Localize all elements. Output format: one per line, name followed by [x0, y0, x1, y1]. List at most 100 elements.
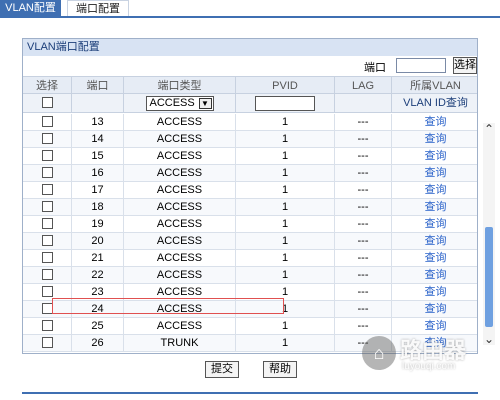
select-all-checkbox[interactable]: [41, 96, 53, 108]
port-type: ACCESS: [124, 216, 236, 232]
row-checkbox[interactable]: [41, 302, 53, 314]
row-checkbox[interactable]: [41, 268, 53, 280]
port-type: ACCESS: [124, 165, 236, 181]
vlan-query-link[interactable]: 查询: [392, 250, 477, 266]
port-filter-row: 端口 选择: [23, 56, 477, 76]
chevron-up-icon[interactable]: ⌃: [483, 123, 495, 135]
table-row: 13 ACCESS 1 --- 查询: [23, 114, 477, 131]
row-select-cell: [23, 335, 72, 351]
row-checkbox[interactable]: [41, 217, 53, 229]
pvid-value: 1: [236, 114, 335, 130]
lag-value: ---: [335, 335, 392, 351]
query-link[interactable]: 查询: [425, 218, 447, 230]
port-number: 24: [72, 301, 124, 317]
batch-pvid-cell: [236, 94, 335, 112]
query-link[interactable]: 查询: [425, 201, 447, 213]
row-select-cell: [23, 284, 72, 300]
row-checkbox[interactable]: [41, 149, 53, 161]
query-link[interactable]: 查询: [425, 252, 447, 264]
row-checkbox[interactable]: [41, 319, 53, 331]
row-select-cell: [23, 250, 72, 266]
tab-vlan-config[interactable]: VLAN配置: [0, 0, 61, 16]
query-link[interactable]: 查询: [425, 320, 447, 332]
batch-lag-cell: [335, 94, 392, 112]
row-checkbox[interactable]: [41, 336, 53, 348]
lag-value: ---: [335, 165, 392, 181]
port-number: 15: [72, 148, 124, 164]
vlan-query-link[interactable]: 查询: [392, 233, 477, 249]
row-select-cell: [23, 301, 72, 317]
vlan-query-link[interactable]: 查询: [392, 284, 477, 300]
submit-button[interactable]: 提交: [205, 361, 239, 378]
lag-value: ---: [335, 216, 392, 232]
port-type: ACCESS: [124, 131, 236, 147]
vlan-query-link[interactable]: 查询: [392, 267, 477, 283]
query-link[interactable]: 查询: [425, 286, 447, 298]
table-row: 22 ACCESS 1 --- 查询: [23, 267, 477, 284]
chevron-down-icon[interactable]: ▼: [198, 98, 212, 109]
row-select-cell: [23, 233, 72, 249]
pvid-value: 1: [236, 216, 335, 232]
port-number: 26: [72, 335, 124, 351]
query-link[interactable]: 查询: [425, 184, 447, 196]
query-link[interactable]: 查询: [425, 150, 447, 162]
chevron-down-icon[interactable]: ⌄: [483, 333, 495, 345]
query-link[interactable]: 查询: [425, 167, 447, 179]
table-row: 14 ACCESS 1 --- 查询: [23, 131, 477, 148]
query-link[interactable]: 查询: [425, 303, 447, 315]
pvid-value: 1: [236, 250, 335, 266]
vlan-query-link[interactable]: 查询: [392, 335, 477, 351]
row-checkbox[interactable]: [41, 251, 53, 263]
port-number: 21: [72, 250, 124, 266]
lag-value: ---: [335, 301, 392, 317]
row-checkbox[interactable]: [41, 166, 53, 178]
vlan-query-link[interactable]: 查询: [392, 318, 477, 334]
vlan-query-link[interactable]: 查询: [392, 114, 477, 130]
table-scrollbar[interactable]: ⌃ ⌄: [483, 123, 495, 345]
vlan-query-link[interactable]: 查询: [392, 301, 477, 317]
vlan-query-link[interactable]: 查询: [392, 131, 477, 147]
vlan-query-link[interactable]: 查询: [392, 199, 477, 215]
header-port-type: 端口类型: [124, 77, 236, 93]
pvid-input[interactable]: [255, 96, 315, 111]
table-row: 26 TRUNK 1 --- 查询: [23, 335, 477, 352]
pvid-value: 1: [236, 267, 335, 283]
query-link[interactable]: 查询: [425, 116, 447, 128]
scroll-thumb[interactable]: [485, 227, 493, 327]
help-button[interactable]: 帮助: [263, 361, 297, 378]
query-link[interactable]: 查询: [425, 133, 447, 145]
vlan-query-link[interactable]: 查询: [392, 165, 477, 181]
port-type-select[interactable]: ACCESS ▼: [145, 96, 214, 111]
vlan-query-link[interactable]: 查询: [392, 148, 477, 164]
batch-edit-row: ACCESS ▼ VLAN ID查询: [23, 94, 477, 113]
vlan-query-link[interactable]: 查询: [392, 216, 477, 232]
batch-port-cell: [72, 94, 124, 112]
pvid-value: 1: [236, 148, 335, 164]
row-select-cell: [23, 114, 72, 130]
pvid-value: 1: [236, 131, 335, 147]
pvid-value: 1: [236, 284, 335, 300]
query-link[interactable]: 查询: [425, 269, 447, 281]
query-link[interactable]: 查询: [425, 337, 447, 349]
row-select-cell: [23, 318, 72, 334]
select-button[interactable]: 选择: [453, 57, 477, 74]
row-checkbox[interactable]: [41, 115, 53, 127]
vlan-query-link[interactable]: 查询: [392, 182, 477, 198]
header-lag: LAG: [335, 77, 392, 93]
port-number: 16: [72, 165, 124, 181]
port-filter-input[interactable]: [396, 58, 446, 73]
row-checkbox[interactable]: [41, 183, 53, 195]
row-select-cell: [23, 199, 72, 215]
port-number: 19: [72, 216, 124, 232]
port-filter-label: 端口: [364, 62, 386, 74]
pvid-value: 1: [236, 233, 335, 249]
header-select: 选择: [23, 77, 72, 93]
row-checkbox[interactable]: [41, 285, 53, 297]
query-link[interactable]: 查询: [425, 235, 447, 247]
table-row: 25 ACCESS 1 --- 查询: [23, 318, 477, 335]
row-checkbox[interactable]: [41, 200, 53, 212]
row-checkbox[interactable]: [41, 234, 53, 246]
tab-port-config[interactable]: 端口配置: [67, 0, 129, 16]
watermark-subtext: luyouqi.com: [402, 361, 456, 372]
row-checkbox[interactable]: [41, 132, 53, 144]
